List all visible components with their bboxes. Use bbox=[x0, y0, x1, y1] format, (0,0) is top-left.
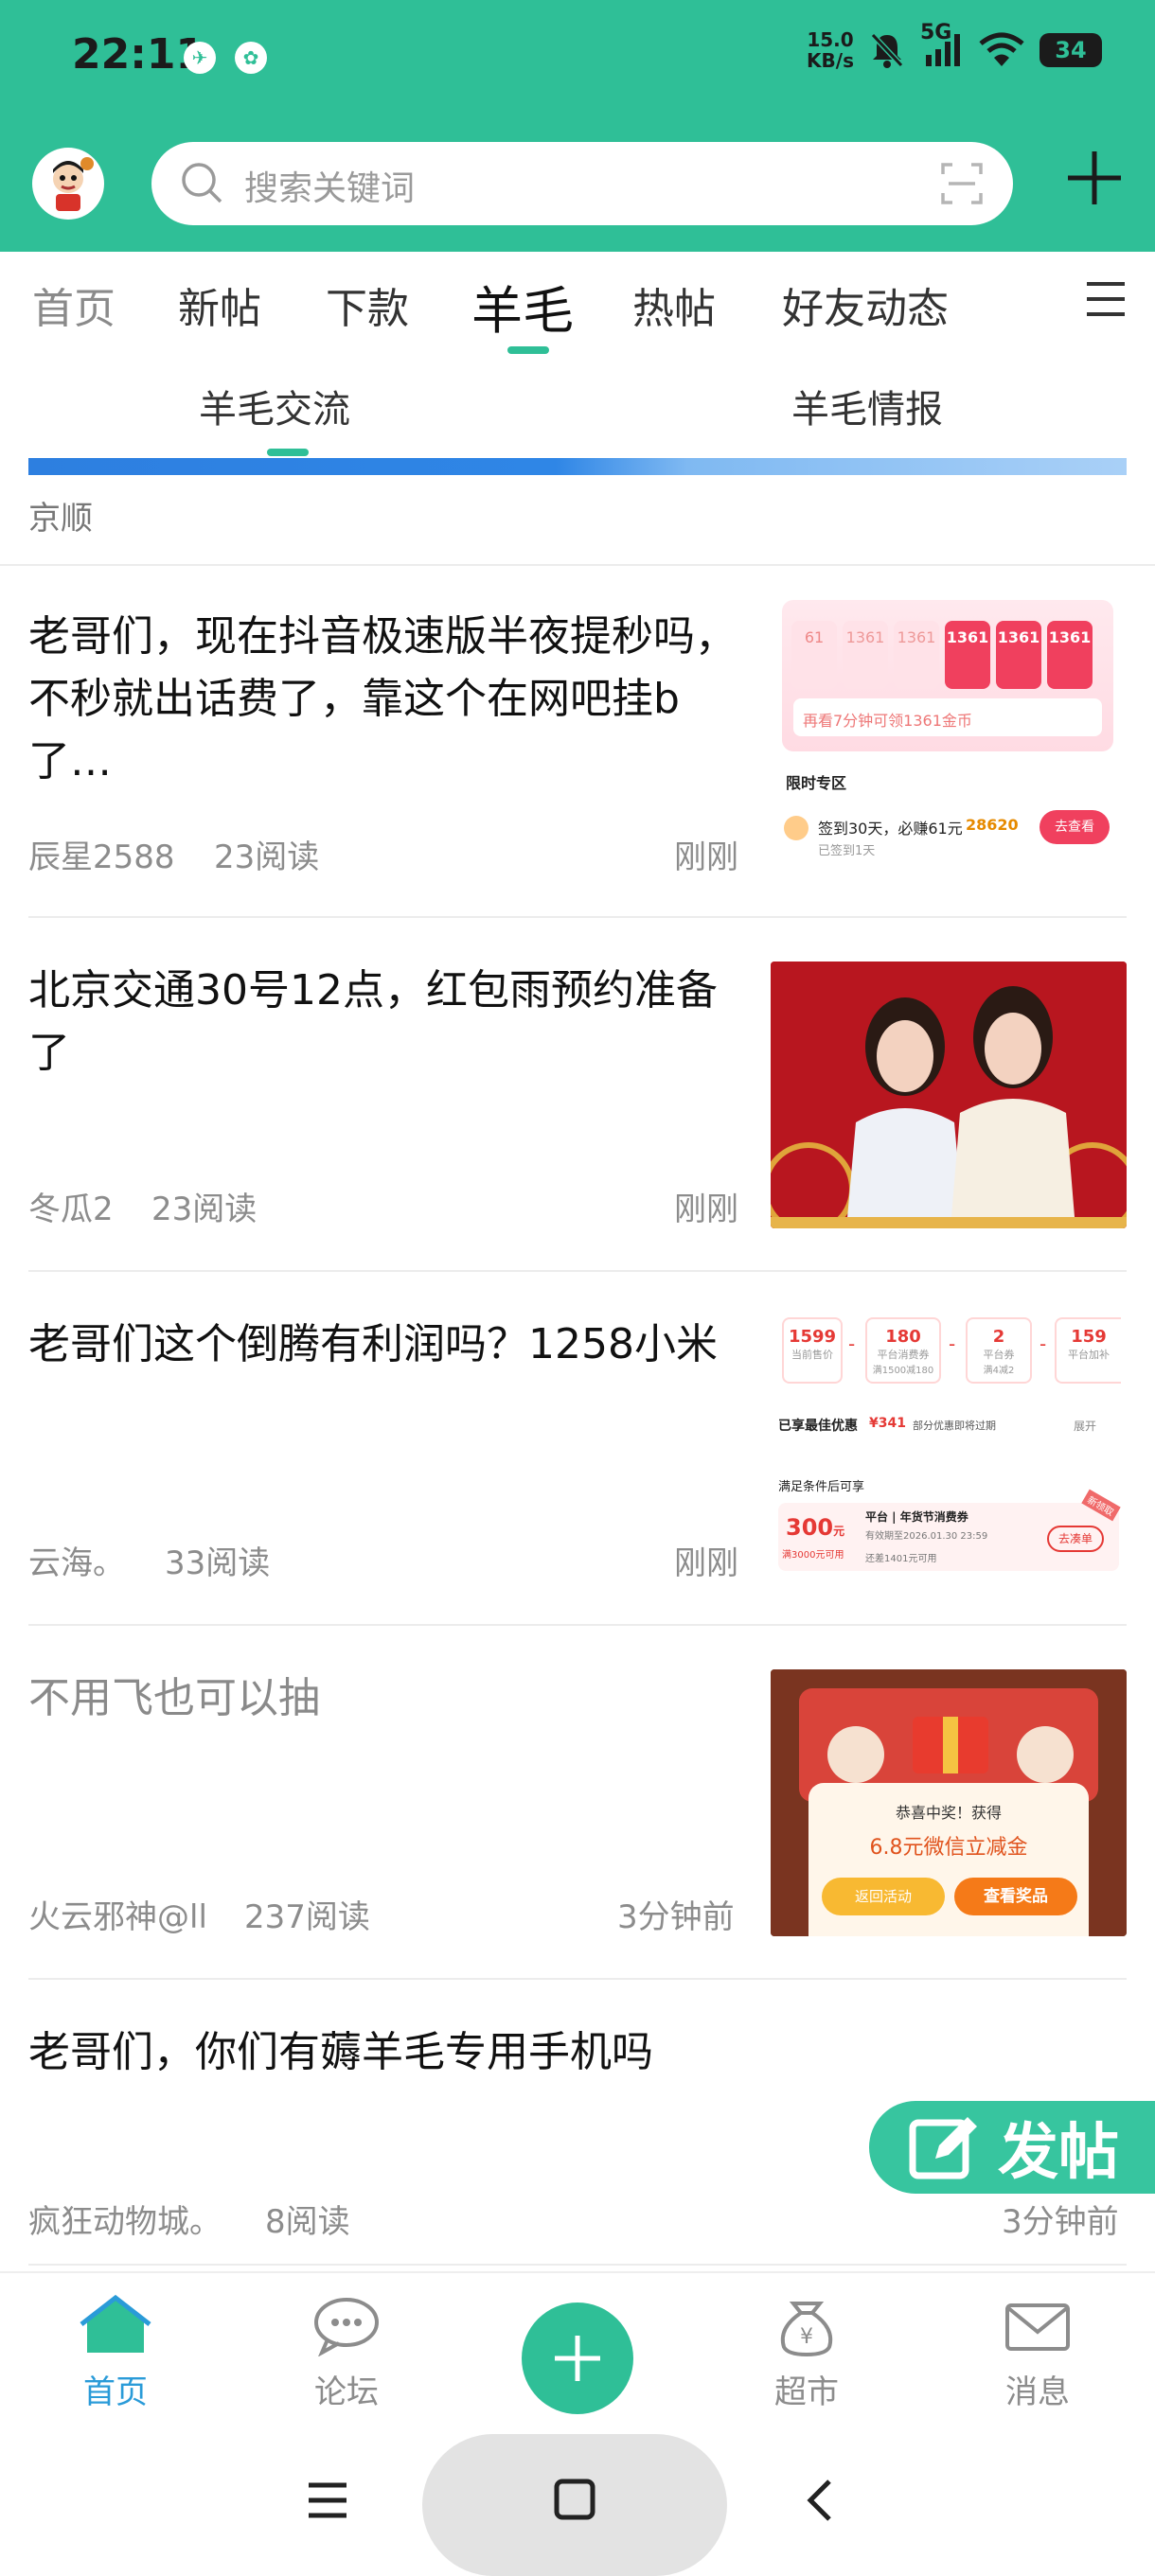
post-time: 刚刚 bbox=[674, 838, 738, 876]
row-divider bbox=[28, 916, 1127, 918]
post-thumbnail bbox=[771, 962, 1127, 1228]
divider bbox=[0, 564, 1155, 566]
partial-post-author: 京顺 bbox=[28, 500, 93, 538]
money-bag-icon: ¥ bbox=[780, 2302, 833, 2357]
search-placeholder: 搜索关键词 bbox=[244, 169, 416, 208]
center-add-button[interactable] bbox=[522, 2303, 633, 2414]
post-reads: 33阅读 bbox=[165, 1544, 271, 1582]
tab-hot[interactable]: 热帖 bbox=[632, 274, 716, 335]
post-reads: 23阅读 bbox=[151, 1191, 258, 1228]
battery-indicator: 34 bbox=[1040, 33, 1102, 67]
presenters-photo bbox=[771, 962, 1127, 1228]
post-author: 疯狂动物城。 bbox=[28, 2203, 222, 2241]
recent-apps-icon[interactable] bbox=[305, 2479, 350, 2521]
active-subtab-indicator bbox=[267, 449, 309, 456]
post-item[interactable]: 老哥们，现在抖音极速版半夜提秒吗，不秒就出话费了，靠这个在网吧挂b了… 辰星25… bbox=[0, 596, 1155, 918]
nav-home[interactable]: 首页 bbox=[68, 2294, 163, 2411]
menu-icon[interactable] bbox=[1085, 280, 1127, 318]
post-author: 辰星2588 bbox=[28, 838, 175, 876]
tab-deals[interactable]: 羊毛 bbox=[471, 269, 574, 344]
net-speed: 15.0 KB/s bbox=[807, 28, 854, 72]
subtab-intel[interactable]: 羊毛情报 bbox=[791, 379, 943, 433]
plus-icon bbox=[555, 2336, 600, 2381]
post-item[interactable]: 北京交通30号12点，红包雨预约准备了 冬瓜2 23阅读 刚刚 bbox=[0, 950, 1155, 1272]
user-avatar[interactable] bbox=[32, 148, 104, 220]
floating-post-label: 发帖 bbox=[998, 2118, 1119, 2188]
post-title: 北京交通30号12点，红包雨预约准备了 bbox=[28, 966, 718, 1077]
post-item[interactable]: 不用飞也可以抽 火云邪神@ll 237阅读 3分钟前 恭喜中奖！获得 6.8元微… bbox=[0, 1658, 1155, 1980]
chat-bubble-icon bbox=[314, 2298, 379, 2357]
back-icon[interactable] bbox=[801, 2478, 839, 2523]
search-icon bbox=[182, 163, 222, 203]
post-reads: 23阅读 bbox=[214, 838, 320, 876]
post-thumbnail: 1599 当前售价 - 180 平台消费券 满1500减180 - 2 平台券 … bbox=[771, 1310, 1127, 1588]
post-reads: 8阅读 bbox=[265, 2203, 350, 2241]
row-divider bbox=[28, 1624, 1127, 1626]
scan-icon[interactable] bbox=[939, 161, 985, 206]
home-icon bbox=[80, 2294, 151, 2353]
row-divider bbox=[28, 2264, 1127, 2266]
post-time: 3分钟前 bbox=[617, 1898, 735, 1936]
nav-market[interactable]: ¥ 超市 bbox=[759, 2294, 854, 2411]
banner-image[interactable] bbox=[28, 458, 1127, 475]
app-header: 22:11 ✈ ✿ 15.0 KB/s 5G 34 搜索关键词 bbox=[0, 0, 1155, 252]
post-time: 3分钟前 bbox=[1002, 2203, 1119, 2241]
row-divider bbox=[28, 1978, 1127, 1980]
cartoon-avatar-icon bbox=[36, 151, 100, 216]
post-author: 冬瓜2 bbox=[28, 1191, 114, 1228]
floating-post-button[interactable]: 发帖 bbox=[869, 2101, 1155, 2194]
post-title: 老哥们，现在抖音极速版半夜提秒吗，不秒就出话费了，靠这个在网吧挂b了… bbox=[28, 612, 737, 785]
wifi-icon bbox=[979, 32, 1024, 66]
tab-new[interactable]: 新帖 bbox=[178, 274, 261, 335]
nav-forum[interactable]: 论坛 bbox=[299, 2294, 394, 2411]
post-time: 刚刚 bbox=[674, 1544, 738, 1582]
search-bar[interactable]: 搜索关键词 bbox=[151, 142, 1013, 225]
post-author: 火云邪神@ll bbox=[28, 1898, 207, 1936]
row-divider bbox=[28, 1270, 1127, 1272]
mail-icon bbox=[1005, 2303, 1070, 2351]
app-notification-icon: ✿ bbox=[235, 42, 267, 74]
post-title: 老哥们这个倒腾有利润吗？1258小米 bbox=[28, 1320, 718, 1368]
post-title: 不用飞也可以抽 bbox=[28, 1674, 320, 1722]
post-reads: 237阅读 bbox=[244, 1898, 370, 1936]
mute-bell-icon bbox=[870, 32, 904, 68]
home-square-icon[interactable] bbox=[553, 2478, 596, 2521]
post-item[interactable]: 老哥们这个倒腾有利润吗？1258小米 云海。 33阅读 刚刚 1599 当前售价… bbox=[0, 1304, 1155, 1626]
post-thumbnail: 恭喜中奖！获得 6.8元微信立减金 返回活动 查看奖品 bbox=[771, 1669, 1127, 1936]
tab-loans[interactable]: 下款 bbox=[326, 274, 409, 335]
add-icon[interactable] bbox=[1062, 146, 1127, 210]
bird-notification-icon: ✈ bbox=[184, 42, 216, 74]
status-indicators: 15.0 KB/s 5G 34 bbox=[807, 21, 1102, 72]
signal-icon: 5G bbox=[920, 21, 964, 72]
main-tabs: 首页 新帖 下款 羊毛 热帖 好友动态 bbox=[0, 252, 1155, 352]
active-tab-indicator bbox=[507, 346, 549, 354]
tab-friends[interactable]: 好友动态 bbox=[782, 274, 949, 335]
post-time: 刚刚 bbox=[674, 1191, 738, 1228]
subtab-exchange[interactable]: 羊毛交流 bbox=[199, 379, 350, 433]
tab-home[interactable]: 首页 bbox=[32, 274, 116, 335]
nav-messages[interactable]: 消息 bbox=[990, 2294, 1085, 2411]
post-thumbnail: 61 1361 1361 1361 1361 1361 再看7分钟可领1361金… bbox=[771, 600, 1127, 878]
post-title: 老哥们，你们有薅羊毛专用手机吗 bbox=[28, 2028, 653, 2076]
post-author: 云海。 bbox=[28, 1544, 125, 1582]
edit-icon bbox=[909, 2117, 977, 2179]
svg-text:¥: ¥ bbox=[800, 2325, 813, 2349]
